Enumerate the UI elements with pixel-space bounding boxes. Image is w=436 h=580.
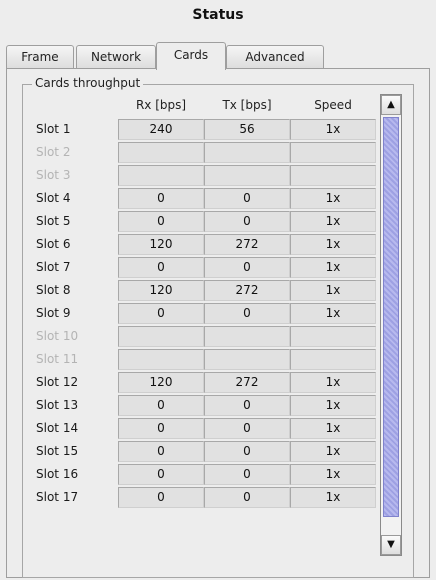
speed-cell: 1x — [290, 280, 376, 301]
slot-label: Slot 10 — [36, 329, 79, 343]
group-label: Cards throughput — [32, 76, 144, 90]
tx-cell: 0 — [204, 257, 290, 278]
slot-label: Slot 11 — [36, 352, 79, 366]
table-row: Slot 13 0 0 1x — [30, 394, 378, 417]
slot-label: Slot 14 — [36, 421, 79, 435]
table-row: Slot 8 120 272 1x — [30, 279, 378, 302]
tab-cards[interactable]: Cards — [156, 42, 226, 70]
table-row: Slot 2 — [30, 141, 378, 164]
slot-label: Slot 6 — [36, 237, 71, 251]
rx-cell: 0 — [118, 303, 204, 324]
tx-cell: 272 — [204, 280, 290, 301]
arrow-up-icon[interactable]: ▲ — [381, 95, 401, 115]
rx-cell: 0 — [118, 211, 204, 232]
speed-cell: 1x — [290, 372, 376, 393]
rx-cell — [118, 165, 204, 186]
header-tx: Tx [bps] — [222, 98, 272, 112]
table-row: Slot 1 240 56 1x — [30, 118, 378, 141]
speed-cell: 1x — [290, 188, 376, 209]
speed-cell — [290, 165, 376, 186]
rx-cell: 240 — [118, 119, 204, 140]
tx-cell — [204, 142, 290, 163]
table-row: Slot 7 0 0 1x — [30, 256, 378, 279]
table-row: Slot 3 — [30, 164, 378, 187]
tx-cell — [204, 165, 290, 186]
table-row: Slot 9 0 0 1x — [30, 302, 378, 325]
vertical-scrollbar[interactable]: ▲ ▼ — [380, 94, 402, 556]
arrow-down-icon[interactable]: ▼ — [381, 535, 401, 555]
slot-label: Slot 17 — [36, 490, 79, 504]
table-row: Slot 5 0 0 1x — [30, 210, 378, 233]
tx-cell: 272 — [204, 372, 290, 393]
tx-cell — [204, 349, 290, 370]
slot-label: Slot 2 — [36, 145, 71, 159]
slot-label: Slot 3 — [36, 168, 71, 182]
header-rx: Rx [bps] — [135, 98, 187, 112]
rx-cell — [118, 349, 204, 370]
tx-cell: 0 — [204, 418, 290, 439]
rx-cell: 120 — [118, 234, 204, 255]
speed-cell — [290, 142, 376, 163]
tx-cell — [204, 326, 290, 347]
table-row: Slot 16 0 0 1x — [30, 463, 378, 486]
tx-cell: 0 — [204, 395, 290, 416]
slot-label: Slot 12 — [36, 375, 79, 389]
rx-cell: 0 — [118, 441, 204, 462]
tab-bar: Frame Network Cards Advanced — [6, 42, 430, 70]
speed-cell — [290, 326, 376, 347]
rx-cell: 0 — [118, 257, 204, 278]
rx-cell — [118, 326, 204, 347]
speed-cell: 1x — [290, 303, 376, 324]
rx-cell — [118, 142, 204, 163]
rx-cell: 0 — [118, 418, 204, 439]
slot-label: Slot 8 — [36, 283, 71, 297]
table-row: Slot 11 — [30, 348, 378, 371]
tx-cell: 0 — [204, 211, 290, 232]
table-row: Slot 17 0 0 1x — [30, 486, 378, 509]
rx-cell: 120 — [118, 280, 204, 301]
speed-cell: 1x — [290, 441, 376, 462]
tx-cell: 0 — [204, 487, 290, 508]
tab-network[interactable]: Network — [76, 45, 156, 69]
tx-cell: 0 — [204, 303, 290, 324]
tx-cell: 0 — [204, 188, 290, 209]
speed-cell: 1x — [290, 257, 376, 278]
rx-cell: 0 — [118, 487, 204, 508]
speed-cell: 1x — [290, 234, 376, 255]
table-row: Slot 6 120 272 1x — [30, 233, 378, 256]
tab-frame[interactable]: Frame — [6, 45, 74, 69]
table-row: Slot 10 — [30, 325, 378, 348]
slot-label: Slot 7 — [36, 260, 71, 274]
slot-label: Slot 5 — [36, 214, 71, 228]
speed-cell: 1x — [290, 119, 376, 140]
header-speed: Speed — [314, 98, 352, 112]
slot-label: Slot 16 — [36, 467, 79, 481]
speed-cell — [290, 349, 376, 370]
tx-cell: 272 — [204, 234, 290, 255]
rx-cell: 0 — [118, 188, 204, 209]
tx-cell: 0 — [204, 464, 290, 485]
tx-cell: 0 — [204, 441, 290, 462]
slot-label: Slot 9 — [36, 306, 71, 320]
tab-advanced[interactable]: Advanced — [226, 45, 324, 69]
table-row: Slot 12 120 272 1x — [30, 371, 378, 394]
table-row: Slot 14 0 0 1x — [30, 417, 378, 440]
slot-label: Slot 1 — [36, 122, 71, 136]
tx-cell: 56 — [204, 119, 290, 140]
table-row: Slot 15 0 0 1x — [30, 440, 378, 463]
slot-label: Slot 13 — [36, 398, 79, 412]
rx-cell: 0 — [118, 395, 204, 416]
window-title: Status — [192, 7, 244, 23]
rx-cell: 0 — [118, 464, 204, 485]
slot-label: Slot 15 — [36, 444, 79, 458]
scrollbar-thumb[interactable] — [383, 117, 399, 517]
speed-cell: 1x — [290, 418, 376, 439]
slot-label: Slot 4 — [36, 191, 71, 205]
rx-cell: 120 — [118, 372, 204, 393]
speed-cell: 1x — [290, 464, 376, 485]
speed-cell: 1x — [290, 487, 376, 508]
speed-cell: 1x — [290, 211, 376, 232]
speed-cell: 1x — [290, 395, 376, 416]
table-row: Slot 4 0 0 1x — [30, 187, 378, 210]
